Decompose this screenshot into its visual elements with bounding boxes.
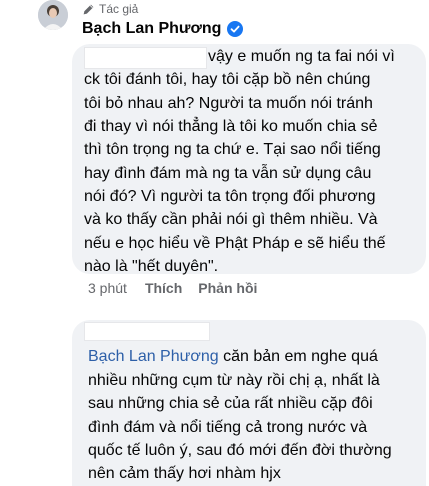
author-avatar[interactable]: [38, 0, 68, 30]
redacted-author-name: [84, 322, 210, 341]
author-badge-label: Tác giả: [99, 2, 139, 16]
redacted-mention: [84, 47, 207, 69]
like-button[interactable]: Thích: [145, 280, 182, 296]
comment-line: đi thay vì nói thẳng là tôi ko muốn chia…: [84, 118, 378, 135]
comment-line: vậy e muốn ng ta fai nói vì: [208, 48, 395, 65]
comment-line: hay đình đám mà ng ta vẫn sử dụng câu: [84, 165, 372, 182]
author-badge: Tác giả: [82, 1, 138, 17]
reply-line: đình đám và nổi tiếng cả trong nước và: [88, 419, 368, 436]
comment-line: nào là "hết duyên".: [84, 258, 219, 275]
author-name[interactable]: Bạch Lan Phương: [82, 20, 221, 38]
reply-line: sau những chia sẻ của rất nhiều cặp đôi: [88, 395, 373, 412]
reply-line-rest: căn bản em nghe quá: [218, 348, 378, 365]
reply-line: quốc tế luôn ý, sau đó mới đến đời thườn…: [88, 442, 392, 459]
reply-line: nhiều những cụm từ này rồi chị ạ, nhất l…: [88, 372, 380, 389]
comment-line: nếu e học hiểu về Phật Pháp e sẽ hiểu th…: [84, 235, 386, 252]
comment-line: ck tôi đánh tôi, hay tôi cặp bồ nên chún…: [84, 71, 371, 88]
comment-timestamp[interactable]: 3 phút: [88, 280, 127, 296]
comment-actions: 3 phút Thích Phản hồi: [88, 280, 273, 296]
reply-button[interactable]: Phản hồi: [198, 280, 257, 296]
pencil-icon: [83, 4, 94, 14]
verified-icon: [227, 21, 244, 37]
comment-line: tôi bỏ nhau ah? Người ta muốn nói tránh: [84, 95, 373, 112]
comment-line: nói đó? Vì người ta tôn trọng đối phương: [84, 188, 376, 205]
mention-link[interactable]: Bạch Lan Phương: [88, 348, 219, 365]
author-name-row: Bạch Lan Phương: [82, 20, 244, 38]
reply-first-line: Bạch Lan Phương căn bản em nghe quá: [88, 345, 378, 369]
comment-line: thì tôn trọng ng ta chứ e. Tại sao nổi t…: [84, 141, 381, 158]
comment-line: và ko thấy cần phải nói gì thêm nhiều. V…: [84, 211, 378, 228]
reply-line: nên cảm thấy hơi nhàm hjx: [88, 465, 281, 482]
avatar-photo: [38, 0, 68, 30]
